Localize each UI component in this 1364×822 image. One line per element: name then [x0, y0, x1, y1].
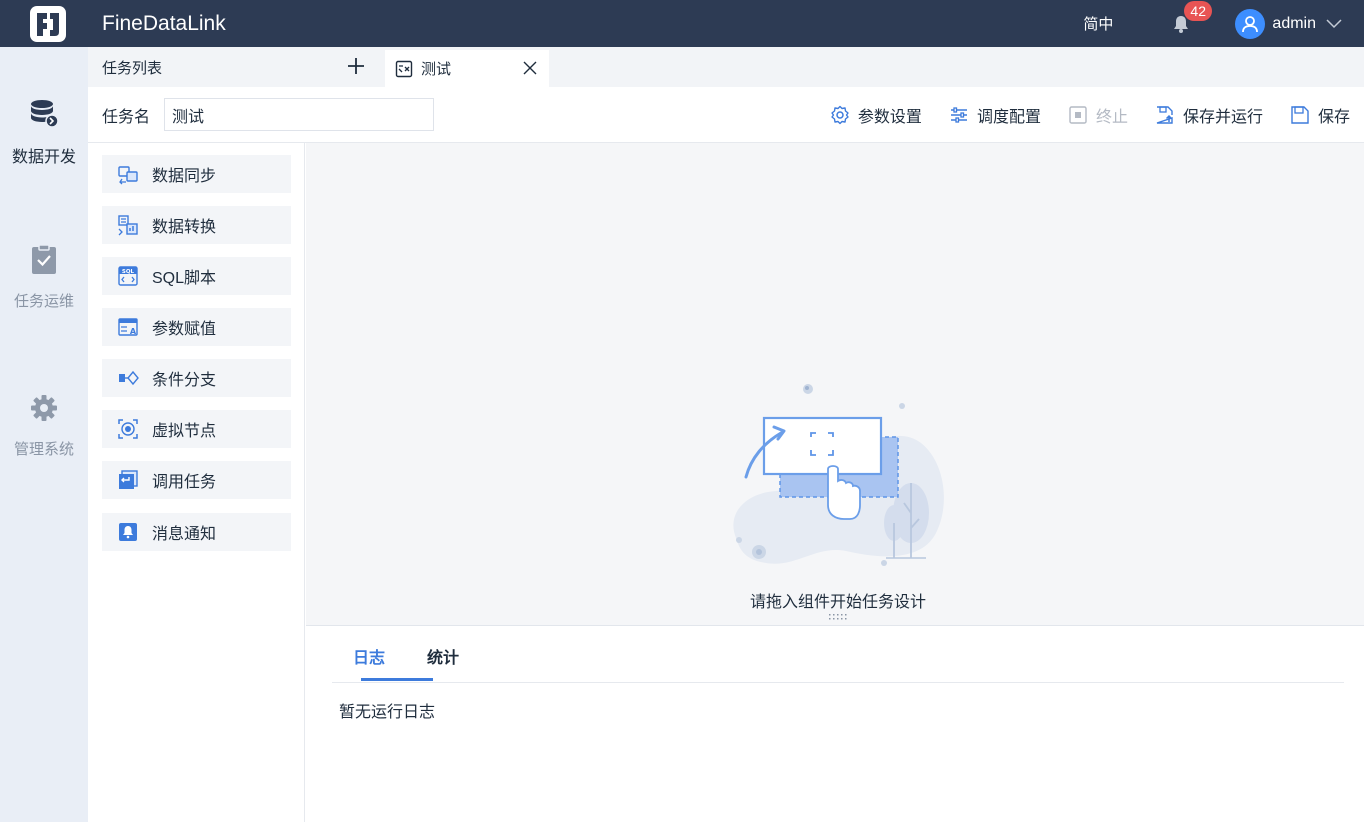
tab-stats[interactable]: 统计: [427, 644, 459, 668]
component-panel: 数据同步 数据转换 SQL SQL脚本 A 参数赋值 条件分支 虚拟节点 调用任…: [88, 143, 305, 822]
language-switch[interactable]: 简中: [1083, 13, 1113, 34]
component-param-assign[interactable]: A 参数赋值: [102, 308, 291, 346]
close-tab-button[interactable]: [521, 59, 539, 77]
tab-active-task[interactable]: 测试: [385, 50, 549, 87]
clipboard-check-icon: [28, 244, 60, 276]
schedule-config-label: 调度配置: [976, 109, 1041, 126]
task-name-label: 任务名: [102, 108, 151, 126]
component-virtual-node[interactable]: 虚拟节点: [102, 410, 291, 448]
nav-label: 数据开发: [11, 149, 76, 166]
param-assign-icon: A: [118, 318, 138, 336]
chevron-down-icon: [1326, 18, 1342, 28]
nav-task-operations[interactable]: 任务运维: [0, 244, 88, 311]
condition-branch-icon: [119, 370, 139, 386]
component-data-transform[interactable]: 数据转换: [102, 206, 291, 244]
nav-management-system[interactable]: 管理系统: [0, 392, 88, 459]
message-notify-icon: [119, 523, 137, 541]
nav-label: 管理系统: [13, 441, 74, 458]
save-and-run-button[interactable]: 保存并运行: [1155, 103, 1263, 127]
drag-component-illustration: [733, 384, 944, 566]
component-label: 条件分支: [152, 372, 217, 389]
component-invoke-task[interactable]: 调用任务: [102, 461, 291, 499]
active-tab-underline: [361, 678, 433, 681]
task-toolbar: 任务名 参数设置 调度配置 终止: [88, 87, 1364, 143]
component-data-sync[interactable]: 数据同步: [102, 155, 291, 193]
sql-script-icon: SQL: [118, 266, 138, 286]
tab-log[interactable]: 日志: [353, 644, 385, 668]
database-icon: [28, 97, 60, 129]
component-label: 数据转换: [152, 219, 217, 236]
data-sync-icon: [118, 166, 138, 185]
canvas-empty-hint: 请拖入组件开始任务设计: [749, 594, 926, 611]
task-name-input[interactable]: [164, 98, 435, 131]
close-icon: [523, 61, 537, 75]
left-nav: 数据开发 任务运维 管理系统: [0, 47, 88, 822]
resize-handle-icon[interactable]: [828, 613, 848, 621]
component-label: 调用任务: [152, 474, 217, 491]
save-button[interactable]: 保存: [1290, 103, 1350, 127]
log-empty-text: 暂无运行日志: [339, 704, 436, 721]
notification-badge: 42: [1184, 0, 1212, 21]
add-task-button[interactable]: [345, 55, 367, 77]
plus-icon: [348, 58, 364, 74]
nav-label: 任务运维: [13, 293, 74, 310]
finedatalink-logo[interactable]: [30, 5, 66, 42]
component-label: 消息通知: [152, 526, 217, 543]
stop-label: 终止: [1095, 109, 1128, 126]
log-panel: 日志 统计 暂无运行日志: [306, 625, 1364, 822]
sliders-icon: [950, 107, 967, 123]
save-label: 保存: [1317, 109, 1350, 126]
notification-bell[interactable]: 42: [1171, 0, 1212, 35]
component-label: 参数赋值: [152, 321, 217, 338]
settings-gear-icon: [831, 105, 849, 125]
design-canvas[interactable]: 请拖入组件开始任务设计: [306, 143, 1364, 625]
component-label: 虚拟节点: [152, 423, 217, 440]
stop-button[interactable]: 终止: [1068, 103, 1128, 127]
tab-task-list-label: 任务列表: [102, 59, 163, 77]
app-title: FineDataLink: [102, 11, 226, 35]
schedule-config-button[interactable]: 调度配置: [949, 103, 1041, 127]
log-tab-bar: 日志 统计: [332, 626, 1344, 683]
gear-icon: [28, 392, 60, 424]
task-file-icon: [395, 60, 413, 77]
component-sql-script[interactable]: SQL SQL脚本: [102, 257, 291, 295]
tab-task-list[interactable]: 任务列表: [88, 47, 384, 87]
tab-active-label: 测试: [421, 61, 452, 78]
svg-text:A: A: [130, 327, 137, 336]
stop-icon: [1069, 106, 1087, 124]
user-icon: [1242, 15, 1259, 32]
component-label: 数据同步: [152, 168, 217, 185]
tab-bar: 任务列表 测试: [88, 47, 1364, 87]
invoke-task-icon: [119, 470, 138, 489]
params-settings-label: 参数设置: [857, 109, 922, 126]
nav-data-development[interactable]: 数据开发: [0, 97, 88, 167]
virtual-node-icon: [118, 419, 138, 439]
component-label: SQL脚本: [152, 270, 217, 287]
component-condition-branch[interactable]: 条件分支: [102, 359, 291, 397]
data-transform-icon: [118, 215, 138, 236]
user-menu[interactable]: admin: [1235, 8, 1342, 39]
save-icon: [1291, 106, 1309, 124]
avatar: [1235, 8, 1266, 39]
component-message-notify[interactable]: 消息通知: [102, 513, 291, 551]
params-settings-button[interactable]: 参数设置: [830, 103, 922, 127]
save-run-icon: [1156, 106, 1173, 124]
username: admin: [1272, 14, 1316, 32]
svg-text:SQL: SQL: [122, 269, 135, 275]
top-bar: FineDataLink 简中 42 admin: [0, 0, 1364, 47]
save-and-run-label: 保存并运行: [1182, 109, 1263, 126]
